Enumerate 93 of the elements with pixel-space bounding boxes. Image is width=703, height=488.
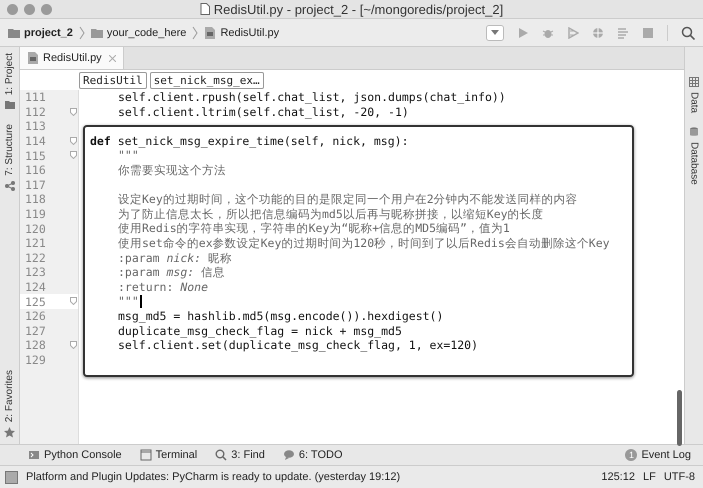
- search-icon: [215, 449, 228, 461]
- docstring-line: 使用Redis的字符串实现，字符串的Key为“昵称+信息的MD5编码”，值为1: [118, 221, 510, 236]
- line-number: 115: [25, 148, 46, 163]
- chevron-icon: [78, 26, 85, 40]
- folder-icon: [8, 26, 20, 38]
- fold-marker-icon[interactable]: [70, 341, 77, 350]
- tool-window-button[interactable]: 2: Favorites: [4, 370, 15, 422]
- line-number: 116: [25, 163, 46, 178]
- breadcrumb-item[interactable]: your_code_here: [106, 26, 186, 38]
- caret-position[interactable]: 125:12: [601, 471, 635, 483]
- breadcrumb-item[interactable]: project_2: [24, 26, 73, 38]
- fold-marker-icon[interactable]: [70, 297, 77, 306]
- line-number: 113: [25, 119, 46, 134]
- folder-icon: [90, 26, 103, 38]
- run-icon[interactable]: [517, 26, 529, 38]
- status-message: Platform and Plugin Updates: PyCharm is ready to update. (yesterday 19:12): [26, 471, 402, 483]
- docstring-line: 你需要实现这个方法: [118, 162, 226, 178]
- chevron-icon: [192, 26, 198, 40]
- star-icon: [4, 427, 15, 438]
- tab-label: RedisUtil.py: [43, 52, 102, 64]
- tool-window-button[interactable]: Data: [688, 92, 700, 114]
- structure-icon: [4, 180, 14, 191]
- line-separator[interactable]: LF: [642, 471, 656, 483]
- database-icon: [689, 127, 699, 138]
- window-title: RedisUtil.py - project_2 - [~/mongoredis/project_2]: [214, 2, 504, 16]
- fold-marker-icon[interactable]: [70, 136, 77, 145]
- build-icon[interactable]: [617, 26, 629, 38]
- line-number: 119: [25, 207, 46, 222]
- line-number: 126: [25, 309, 46, 324]
- file-encoding[interactable]: UTF-8: [664, 471, 695, 483]
- docstring-line: :param nick: 昵称: [118, 250, 232, 266]
- line-number: 114: [25, 134, 46, 148]
- stop-icon[interactable]: [642, 26, 654, 38]
- search-icon[interactable]: [681, 26, 695, 40]
- speech-bubble-icon: [282, 449, 295, 461]
- text-cursor: [140, 295, 142, 308]
- line-number: 124: [25, 280, 46, 294]
- close-icon: [108, 54, 116, 62]
- code-line: self.client.rpush(self.chat_list, json.dumps(chat_info)): [118, 90, 506, 105]
- docstring-line: 设定Key的过期时间，这个功能的目的是限定同一个用户在2分钟内不能发送同样的内容: [118, 192, 578, 207]
- fold-marker-icon[interactable]: [70, 108, 77, 116]
- line-number: 128: [25, 338, 46, 352]
- line-number: 122: [25, 250, 46, 265]
- tool-window-button[interactable]: Database: [688, 142, 700, 185]
- line-number: 117: [25, 178, 46, 192]
- line-number: 123: [25, 265, 46, 280]
- close-window-button[interactable]: [7, 4, 18, 14]
- event-log-button[interactable]: Event Log: [641, 449, 691, 461]
- python-file-icon: [204, 26, 216, 38]
- line-number: 127: [25, 324, 46, 338]
- code-line: self.client.set(duplicate_msg_check_flag, 1, ex=120): [118, 338, 478, 353]
- line-number: 112: [25, 104, 46, 119]
- fold-marker-icon[interactable]: [70, 151, 77, 160]
- globe-icon[interactable]: [592, 26, 604, 38]
- tool-window-button[interactable]: 6: TODO: [298, 449, 342, 461]
- line-number: 129: [25, 352, 46, 367]
- tool-window-button[interactable]: 3: Find: [231, 449, 265, 461]
- code-line: msg_md5 = hashlib.md5(msg.encode()).hexdigest(): [118, 308, 444, 324]
- docstring-line: :param msg: 信息: [118, 265, 226, 280]
- line-number: 125: [25, 294, 46, 309]
- tool-windows-icon[interactable]: [5, 470, 18, 484]
- line-number: 118: [25, 192, 46, 206]
- tool-window-button[interactable]: 1: Project: [4, 53, 15, 96]
- folder-icon: [4, 100, 14, 110]
- maximize-window-button[interactable]: [41, 4, 52, 14]
- grid-icon: [689, 77, 699, 87]
- docstring-line: """: [118, 148, 139, 163]
- caret-icon: [491, 30, 499, 36]
- scrollbar[interactable]: [677, 390, 682, 446]
- line-number: 121: [25, 236, 46, 250]
- tool-window-button[interactable]: Python Console: [44, 449, 122, 461]
- docstring-line: 为了防止信息太长，所以把信息编码为md5以后再与昵称拼接，以缩短Key的长度: [118, 206, 544, 222]
- line-number: 120: [25, 222, 46, 236]
- docstring-line: """: [118, 294, 139, 309]
- python-file-icon: [27, 52, 39, 64]
- code-line: def set_nick_msg_expire_time(self, nick, msg):: [90, 134, 408, 148]
- run-configuration-dropdown[interactable]: [486, 24, 504, 40]
- tool-window-button[interactable]: Terminal: [156, 449, 198, 461]
- docstring-line: :return: None: [118, 280, 208, 294]
- minimize-window-button[interactable]: [24, 4, 35, 14]
- code-line: self.client.ltrim(self.chat_list, -20, -1): [118, 104, 409, 120]
- structure-path-item[interactable]: RedisUtil: [79, 72, 147, 88]
- terminal-icon: [140, 449, 152, 461]
- notification-badge: 1: [625, 449, 638, 461]
- tool-window-button[interactable]: 7: Structure: [4, 124, 15, 176]
- breadcrumb-item[interactable]: RedisUtil.py: [220, 26, 280, 38]
- editor-tab[interactable]: RedisUtil.py: [20, 47, 124, 69]
- docstring-line: 使用set命令的ex参数设定Key的过期时间为120秒，时间到了以后Redis会自动删除这个Key: [118, 236, 610, 251]
- file-icon: [200, 3, 210, 15]
- code-line: duplicate_msg_check_flag = nick + msg_md5: [118, 324, 402, 338]
- line-number: 111: [25, 90, 46, 104]
- console-icon: [28, 449, 40, 461]
- structure-path-item[interactable]: set_nick_msg_ex…: [150, 72, 264, 88]
